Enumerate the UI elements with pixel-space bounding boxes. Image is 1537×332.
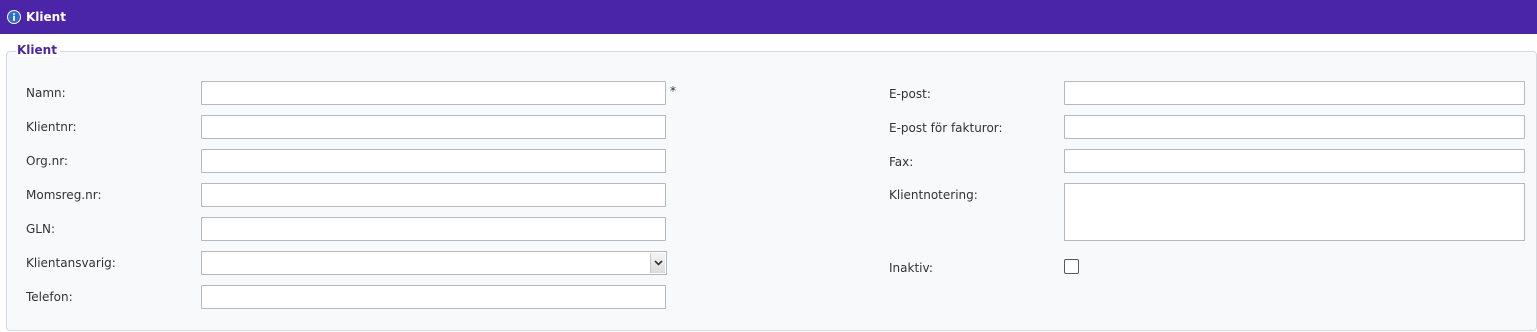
fieldset-legend: Klient [16, 43, 60, 57]
gln-label: GLN: [26, 222, 56, 236]
fax-label: Fax: [889, 155, 914, 169]
klientnotering-label: Klientnotering: [889, 188, 978, 202]
inaktiv-label: Inaktiv: [889, 261, 933, 275]
orgnr-input[interactable] [201, 149, 666, 173]
fax-input[interactable] [1064, 149, 1525, 173]
klientnr-label: Klientnr: [26, 120, 77, 134]
telefon-input[interactable] [201, 285, 666, 309]
namn-input[interactable] [201, 81, 666, 105]
required-marker: * [670, 84, 676, 98]
epost-faktura-label: E-post för fakturor: [889, 121, 1003, 135]
epost-faktura-input[interactable] [1064, 115, 1525, 139]
orgnr-label: Org.nr: [26, 154, 68, 168]
epost-input[interactable] [1064, 81, 1525, 105]
epost-label: E-post: [889, 87, 931, 101]
namn-label: Namn: [26, 86, 66, 100]
telefon-label: Telefon: [26, 290, 73, 304]
window-header: Klient [0, 0, 1537, 34]
momsreg-input[interactable] [201, 183, 666, 207]
klientnotering-textarea[interactable] [1064, 183, 1525, 241]
info-icon [7, 10, 21, 24]
header-title: Klient [26, 10, 66, 24]
gln-input[interactable] [201, 217, 666, 241]
klientansvarig-select[interactable] [201, 251, 667, 275]
momsreg-label: Momsreg.nr: [26, 188, 102, 202]
klientansvarig-label: Klientansvarig: [26, 256, 116, 270]
klientnr-input[interactable] [201, 115, 666, 139]
inaktiv-checkbox[interactable] [1064, 259, 1079, 274]
chevron-down-icon[interactable] [650, 253, 665, 273]
